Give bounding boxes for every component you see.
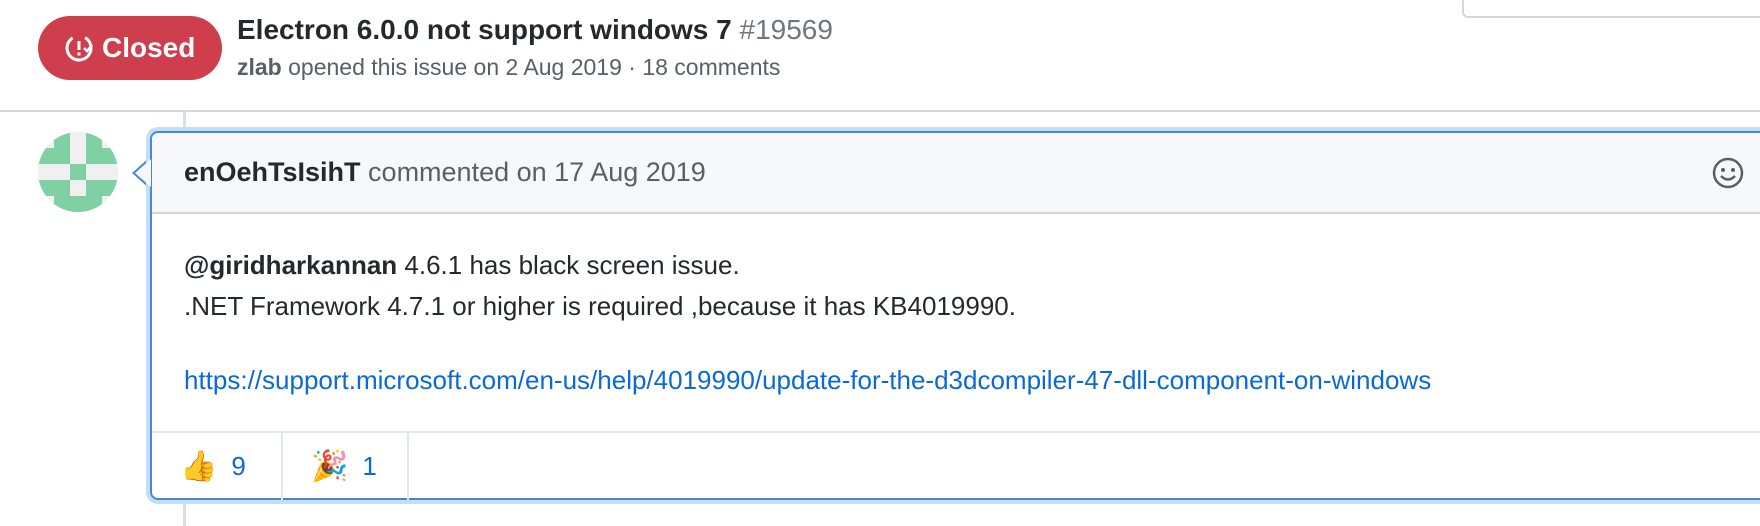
comment-meta: enOehTsIsihT commented on 17 Aug 2019	[184, 155, 706, 189]
popover-edge	[1462, 0, 1760, 18]
support-link[interactable]: https://support.microsoft.com/en-us/help…	[184, 360, 1431, 401]
comment-date: commented on 17 Aug 2019	[368, 157, 706, 187]
issue-title: Electron 6.0.0 not support windows 7	[237, 14, 732, 45]
comment-line-1: @giridharkannan 4.6.1 has black screen i…	[184, 245, 1431, 286]
status-label: Closed	[102, 32, 196, 63]
comment-box: enOehTsIsihT commented on 17 Aug 2019 @g…	[150, 131, 1760, 500]
reaction-party-popper[interactable]: 🎉 1	[283, 433, 409, 500]
issue-title-row: Electron 6.0.0 not support windows 7 #19…	[237, 12, 833, 48]
comment-pointer-fill	[135, 159, 151, 187]
comment-line-1-text: 4.6.1 has black screen issue.	[397, 250, 740, 280]
comment-body: @giridharkannan 4.6.1 has black screen i…	[184, 245, 1431, 401]
issue-header: Closed Electron 6.0.0 not support window…	[0, 0, 1760, 112]
avatar[interactable]	[38, 132, 118, 212]
issue-number: #19569	[739, 14, 833, 45]
reaction-thumbs-up[interactable]: 👍 9	[152, 433, 283, 500]
issue-opened-text: opened this issue on 2 Aug 2019 · 18 com…	[288, 54, 781, 80]
user-mention-link[interactable]: @giridharkannan	[184, 250, 397, 280]
party-popper-icon: 🎉	[311, 449, 349, 484]
thumbs-up-icon: 👍	[180, 449, 218, 484]
comment-author-link[interactable]: enOehTsIsihT	[184, 157, 361, 187]
issue-meta: zlab opened this issue on 2 Aug 2019 · 1…	[237, 50, 780, 84]
issue-closed-icon	[64, 33, 94, 63]
comment-header: enOehTsIsihT commented on 17 Aug 2019	[152, 133, 1760, 214]
add-reaction-smiley-icon[interactable]	[1710, 155, 1746, 191]
issue-author-link[interactable]: zlab	[237, 54, 282, 80]
comment-line-2: .NET Framework 4.7.1 or higher is requir…	[184, 291, 1016, 321]
status-badge: Closed	[38, 16, 222, 80]
reaction-count: 9	[231, 451, 246, 481]
reaction-count: 1	[362, 451, 377, 481]
reactions-bar: 👍 9 🎉 1	[152, 431, 1760, 500]
